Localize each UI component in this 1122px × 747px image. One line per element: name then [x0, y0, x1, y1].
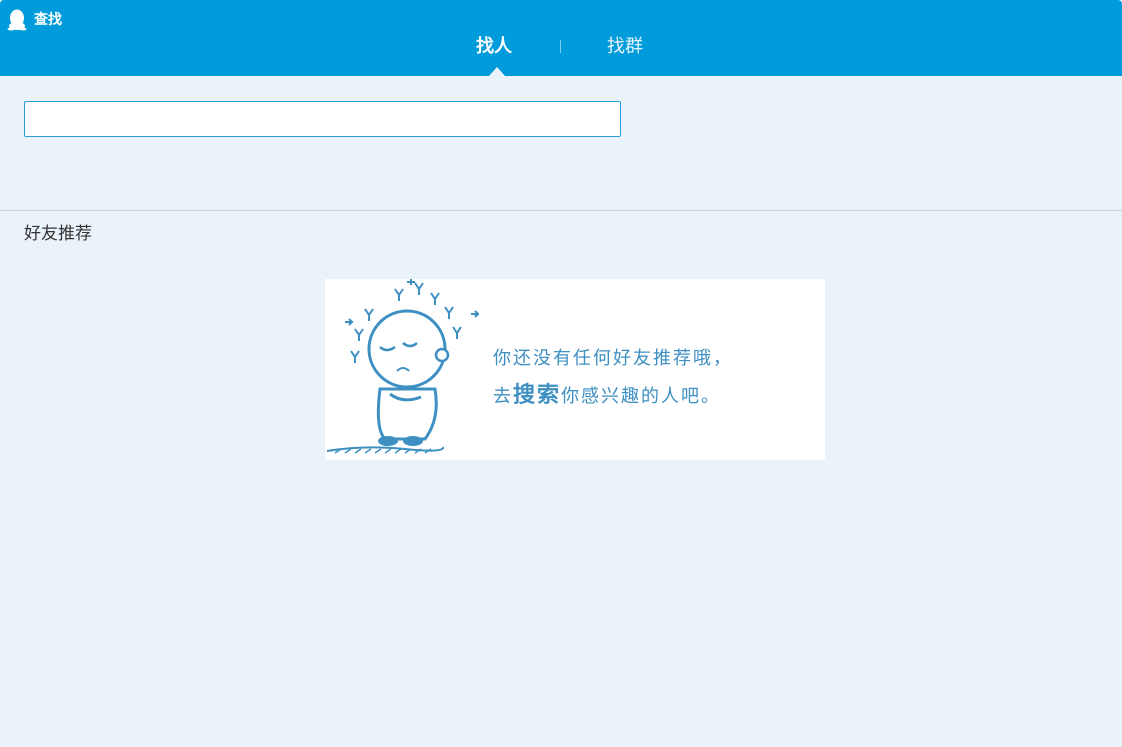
- search-input[interactable]: [24, 101, 621, 137]
- tab-find-groups[interactable]: 找群: [607, 35, 643, 59]
- tab-find-people[interactable]: 找人: [476, 35, 512, 59]
- window-title: 查找: [34, 12, 62, 28]
- section-divider: [0, 210, 1122, 211]
- empty-message-search-emphasis: 搜索: [513, 383, 562, 408]
- tab-divider: [560, 40, 561, 53]
- empty-message-line-1: 你还没有任何好友推荐哦，: [493, 348, 733, 369]
- qq-penguin-icon: [7, 9, 27, 31]
- find-window: 查找 找人 找群 好友推荐 你还没有任何好友推荐哦， 去搜索你感兴趣的人吧。: [0, 0, 1122, 747]
- sad-cartoon-character-icon: [326, 279, 479, 454]
- empty-message-line-2: 去搜索你感兴趣的人吧。: [493, 377, 721, 409]
- section-title-recommend: 好友推荐: [24, 224, 92, 244]
- empty-message-prefix: 去: [493, 386, 513, 407]
- title-bar[interactable]: 查找 找人 找群: [0, 0, 1122, 76]
- empty-message-suffix: 你感兴趣的人吧。: [561, 386, 722, 407]
- active-tab-indicator: [489, 67, 505, 76]
- empty-recommend-card: 你还没有任何好友推荐哦， 去搜索你感兴趣的人吧。: [325, 279, 825, 460]
